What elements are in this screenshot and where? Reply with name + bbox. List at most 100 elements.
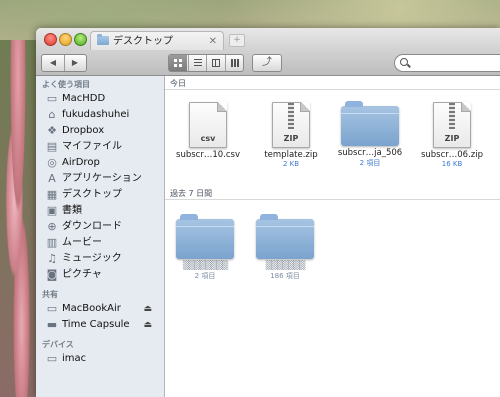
sidebar-item-home[interactable]: ⌂ fukudashuhei [46,107,162,123]
zipper-graphic [288,103,294,129]
file-name: subscr…ja_506 [337,148,403,158]
file-item[interactable]: ZIP subscr…06.zip 16 KB [413,102,491,168]
music-icon: ♫ [47,252,57,265]
title-bar[interactable]: デスクトップ ✕ + [36,28,500,51]
list-view-icon [193,59,202,67]
file-name: template.zip [264,150,318,160]
applications-icon: A [48,172,56,185]
sidebar-item-label: MacBookAir [62,303,121,314]
sidebar-item-dropbox[interactable]: ❖ Dropbox [46,123,162,139]
file-name: subscr…06.zip [420,150,484,160]
sidebar-item-label: ムービー [62,237,102,248]
tab-label: デスクトップ [113,36,173,47]
sidebar-item-desktop[interactable]: ▦ デスクトップ [46,187,162,203]
sidebar-item-label: imac [62,353,87,364]
sidebar-item-label: AirDrop [62,157,100,168]
time-capsule-icon: ▬ [46,318,58,331]
column-view-icon [212,59,220,67]
dropbox-icon: ❖ [47,124,57,137]
imac-icon: ▭ [46,352,58,365]
search-field[interactable] [394,54,500,72]
share-button[interactable]: ⤴ [252,54,282,72]
sidebar-item-label: fukudashuhei [62,109,130,120]
zipper-graphic [449,103,455,129]
desktop-wallpaper-flowers [0,40,36,397]
sidebar-item-movies[interactable]: ▥ ムービー [46,235,162,251]
file-item[interactable]: ZIP template.zip 2 KB [252,102,330,168]
eject-icon[interactable]: ⏏ [143,301,152,317]
eject-icon[interactable]: ⏏ [143,317,152,333]
file-browser-content: 今日 csv subscr…10.csv ZIP template.zip 2 … [165,76,500,397]
folder-item[interactable]: subscr…ja_506 2 項目 [331,101,409,168]
close-window-button[interactable] [44,33,57,46]
file-name: ▒▒▒▒▒▒▒▒ [182,261,228,271]
zoom-window-button[interactable] [74,33,87,46]
folder-icon [256,214,314,259]
sidebar-item-downloads[interactable]: ⊕ ダウンロード [46,219,162,235]
file-type-label: ZIP [444,134,460,143]
file-type-label: csv [200,134,216,143]
back-button[interactable]: ◀ [42,55,65,71]
desktop-icon: ▦ [46,188,58,201]
sidebar-item-label: ダウンロード [62,221,122,232]
sidebar-item-time-capsule[interactable]: ▬ Time Capsule ⏏ [46,317,162,333]
list-view-button[interactable] [187,55,207,71]
downloads-icon: ⊕ [47,220,57,233]
close-tab-icon[interactable]: ✕ [209,32,217,51]
sidebar-item-label: ミュージック [62,253,122,264]
home-icon: ⌂ [48,108,56,121]
sidebar-item-label: アプリケーション [62,173,142,184]
computer-icon: ▭ [46,302,58,315]
file-name: subscr…10.csv [176,150,240,160]
sidebar-item-label: ピクチャ [62,269,102,280]
csv-document-icon: csv [189,102,227,148]
sidebar-item-imac[interactable]: ▭ imac [46,351,162,367]
sidebar-item-documents[interactable]: ▣ 書類 [46,203,162,219]
minimize-window-button[interactable] [59,33,72,46]
folder-icon [97,34,109,45]
zip-archive-icon: ZIP [433,102,471,148]
sidebar-item-music[interactable]: ♫ ミュージック [46,251,162,267]
sidebar-header-favorites: よく使う項目 [42,80,90,89]
item-count: 186 項目 [270,272,300,280]
sidebar-item-label: デスクトップ [62,189,122,200]
sidebar-item-airdrop[interactable]: ◎ AirDrop [46,155,162,171]
coverflow-view-icon [230,59,239,67]
zip-archive-icon: ZIP [272,102,310,148]
item-count: 2 項目 [194,272,216,280]
file-size: 2 KB [282,160,300,168]
airdrop-icon: ◎ [47,156,57,169]
view-mode-selector [168,54,244,72]
file-name: ▒▒▒▒▒▒▒ [265,261,306,271]
all-files-icon: ▤ [46,140,58,153]
new-tab-button[interactable]: + [229,34,245,47]
sidebar-item-label: 書類 [62,205,82,216]
sidebar-item-label: Dropbox [62,125,105,136]
tab-desktop[interactable]: デスクトップ ✕ [90,31,224,51]
column-view-button[interactable] [206,55,225,71]
folder-item[interactable]: ▒▒▒▒▒▒▒▒ 2 項目 [166,214,244,281]
sidebar-item-machdd[interactable]: ▭ MacHDD [46,91,162,107]
sidebar-header-shared: 共有 [42,290,58,299]
sidebar-item-all-files[interactable]: ▤ マイファイル [46,139,162,155]
folder-icon [176,214,234,259]
folder-item[interactable]: ▒▒▒▒▒▒▒ 186 項目 [246,214,324,281]
icon-view-button[interactable] [169,55,187,71]
sidebar-item-label: マイファイル [62,141,122,152]
file-item[interactable]: csv subscr…10.csv [169,102,247,160]
sidebar-item-label: MacHDD [62,93,106,104]
coverflow-view-button[interactable] [224,55,244,71]
sidebar-item-applications[interactable]: A アプリケーション [46,171,162,187]
section-header-past-7-days: 過去 7 日間 [165,188,500,200]
sidebar: よく使う項目 ▭ MacHDD ⌂ fukudashuhei ❖ Dropbox… [36,76,165,397]
sidebar-item-pictures[interactable]: ◙ ピクチャ [46,267,162,283]
file-type-label: ZIP [283,134,299,143]
documents-icon: ▣ [46,204,58,217]
toolbar: ◀ ▶ ⤴ [36,50,500,76]
folder-icon [341,101,399,146]
icon-view-icon [174,59,182,67]
sidebar-header-devices: デバイス [42,340,74,349]
sidebar-item-macbookair[interactable]: ▭ MacBookAir ⏏ [46,301,162,317]
finder-window: デスクトップ ✕ + ◀ ▶ ⤴ よく使う項目 ▭ MacHDD ⌂ fukud… [36,28,500,397]
forward-button[interactable]: ▶ [64,55,86,71]
